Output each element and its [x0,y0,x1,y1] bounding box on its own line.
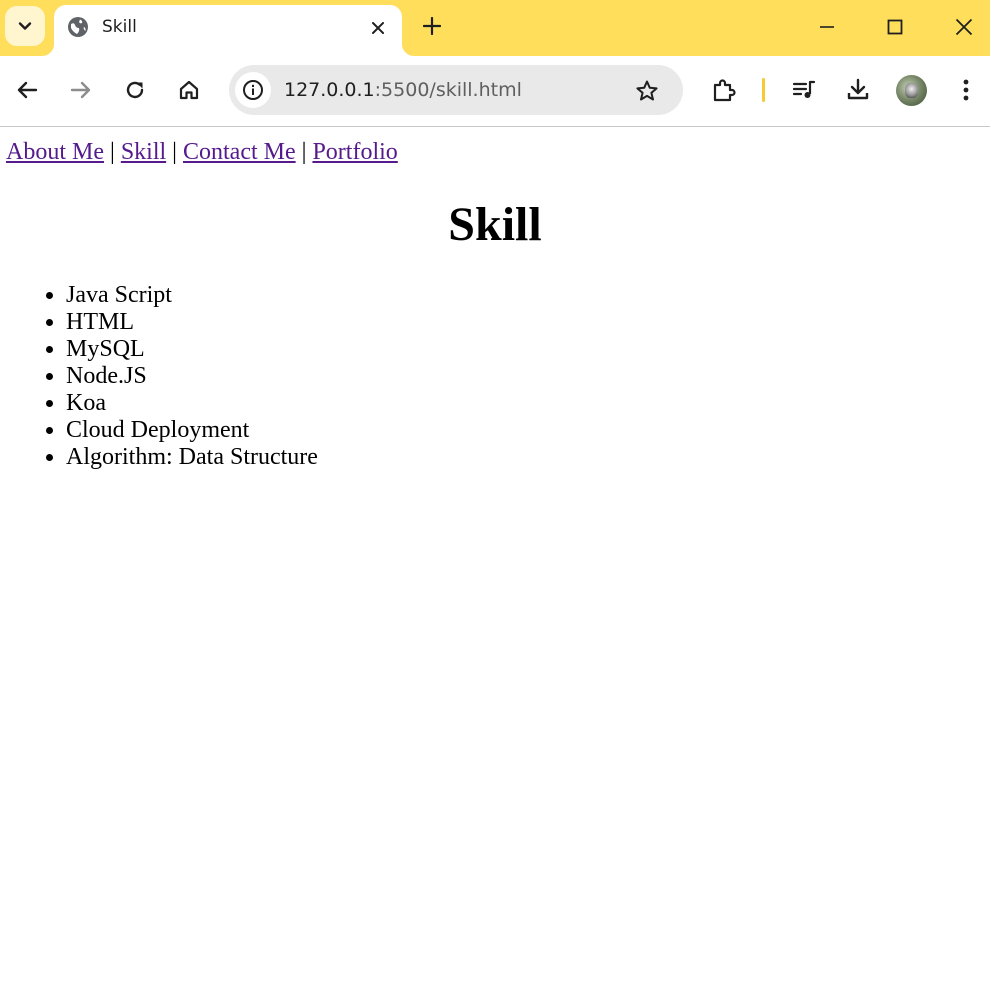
forward-button[interactable] [63,72,99,108]
site-info-button[interactable] [235,72,271,108]
nav-separator: | [110,139,115,165]
browser-toolbar: 127.0.0.1:5500/skill.html [0,56,990,127]
reload-button[interactable] [117,72,153,108]
playlist-music-icon [792,80,816,98]
url-host: 127.0.0.1 [284,79,375,101]
skill-item: Cloud Deployment [66,417,318,444]
plus-icon [423,17,441,35]
web-page: About Me | Skill | Contact Me | Portfoli… [0,127,990,994]
chevron-down-icon [18,22,32,30]
nav-separator: | [172,139,177,165]
back-button[interactable] [9,72,45,108]
title-bar: Skill [0,0,990,56]
home-icon [179,80,199,100]
maximize-button[interactable] [872,8,918,46]
tab-search-button[interactable] [5,6,45,46]
skill-item: Algorithm: Data Structure [66,444,318,471]
skill-list: Java Script HTML MySQL Node.JS Koa Cloud… [26,282,318,471]
downloads-button[interactable] [840,72,876,108]
home-button[interactable] [171,72,207,108]
menu-button[interactable] [948,72,984,108]
media-control-button[interactable] [786,72,822,108]
skill-item: Koa [66,390,318,417]
puzzle-icon [713,79,736,102]
globe-icon [67,16,89,38]
maximize-icon [887,19,903,35]
arrow-left-icon [17,81,38,99]
extensions-button[interactable] [706,72,742,108]
download-icon [847,78,869,100]
toolbar-divider [762,78,765,102]
site-nav: About Me | Skill | Contact Me | Portfoli… [6,139,398,166]
info-icon [243,80,263,100]
minimize-icon [820,26,834,28]
arrow-right-icon [70,81,91,99]
bookmark-star-icon[interactable] [633,77,661,105]
nav-link-about-me[interactable]: About Me [6,139,104,165]
new-tab-button[interactable] [419,13,445,39]
nav-separator: | [301,139,307,165]
more-vert-icon [963,79,969,101]
url-path: :5500/skill.html [374,79,522,101]
skill-item: MySQL [66,336,318,363]
address-bar[interactable]: 127.0.0.1:5500/skill.html [229,65,683,115]
nav-link-portfolio[interactable]: Portfolio [312,139,397,165]
reload-icon [126,81,144,99]
minimize-button[interactable] [804,8,850,46]
skill-item: Node.JS [66,363,318,390]
nav-link-contact-me[interactable]: Contact Me [183,139,296,165]
tab-active[interactable]: Skill [54,5,402,56]
url-text[interactable]: 127.0.0.1:5500/skill.html [284,79,522,101]
tab-close-icon[interactable] [366,16,390,40]
profile-avatar[interactable] [896,75,927,106]
page-title: Skill [448,198,542,251]
tab-title: Skill [102,17,137,37]
skill-item: HTML [66,309,318,336]
close-icon [955,18,973,36]
close-window-button[interactable] [941,8,987,46]
nav-link-skill[interactable]: Skill [121,139,166,165]
skill-item: Java Script [66,282,318,309]
